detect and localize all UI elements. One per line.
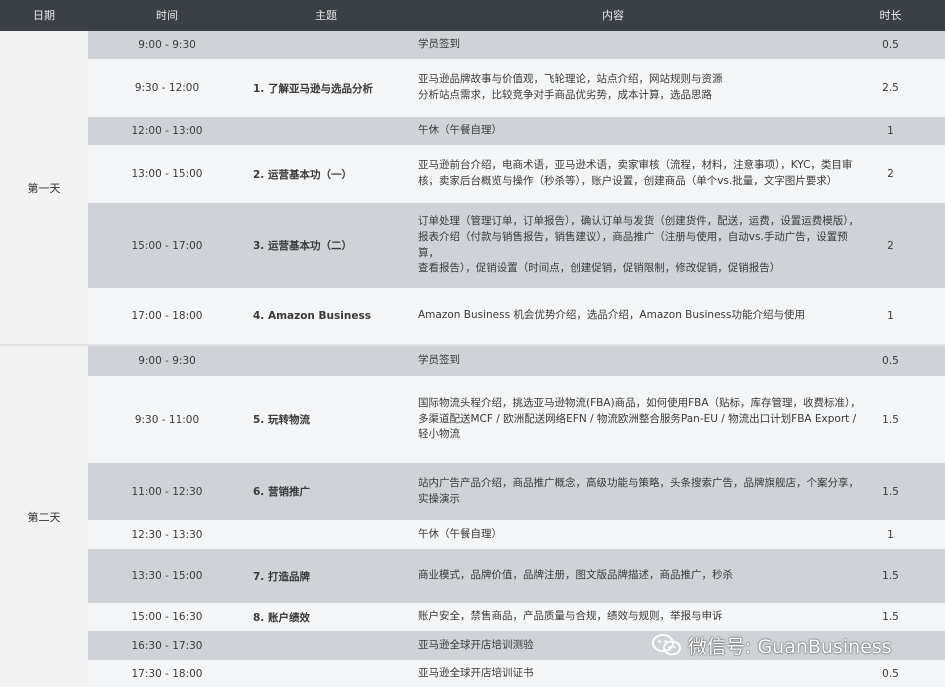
row-content: 订单处理（管理订单，订单报告），确认订单与发货（创建货件，配送，运费，设置运费模… [418,215,859,275]
table-row: 9:30 - 12:00 1. 了解亚马逊与选品分析 亚马逊品牌故事与价值观，飞… [88,59,945,117]
wechat-icon [652,634,681,656]
row-duration: 1 [887,310,894,322]
header-time: 时间 [156,9,178,22]
table-row: 9:00 - 9:30 学员签到 0.5 [88,31,945,59]
header-date: 日期 [33,9,55,22]
row-time: 9:00 - 9:30 [138,355,196,367]
row-content: 午休（午餐自理） [418,527,502,540]
row-topic: 7. 打造品牌 [253,570,310,583]
row-content: Amazon Business 机会优势介绍，选品介绍，Amazon Busin… [418,309,805,322]
row-duration: 2.5 [882,82,899,94]
row-duration: 0.5 [882,355,899,367]
row-time: 9:30 - 11:00 [134,413,200,426]
row-time: 15:00 - 16:30 [131,611,203,623]
row-content: 亚马逊全球开店培训证书 [418,666,534,679]
table-header: 日期 时间 主题 内容 时长 [0,0,945,31]
table-row: 13:00 - 15:00 2. 运营基本功（一） 亚马逊前台介绍，电商术语，亚… [88,145,945,203]
row-duration: 1.5 [882,611,899,623]
row-content: 国际物流头程介绍，挑选亚马逊物流(FBA)商品，如何使用FBA（贴标，库存管理，… [418,396,861,441]
row-topic: 5. 玩转物流 [253,414,310,426]
row-time: 9:00 - 9:30 [138,39,196,51]
row-time: 13:00 - 15:00 [131,168,203,180]
table-row: 15:00 - 17:00 3. 运营基本功（二） 订单处理（管理订单，订单报告… [88,203,945,288]
row-topic [253,660,413,687]
day-1-label: 第一天 [0,31,88,344]
row-topic [253,31,413,59]
row-time: 11:00 - 12:30 [131,485,203,498]
header-content: 内容 [602,9,624,22]
table-row: 17:00 - 18:00 4. Amazon Business Amazon … [88,288,945,344]
row-topic: 3. 运营基本功（二） [253,240,352,252]
row-content: 站内广告产品介绍，商品推广概念，高级功能与策略，头条搜索广告，品牌旗舰店，个案分… [418,476,859,505]
day-2-label: 第二天 [0,346,88,687]
row-time: 9:30 - 12:00 [134,82,200,94]
row-topic [253,346,413,376]
row-content: 午休（午餐自理） [418,124,502,137]
row-duration: 1 [887,125,894,137]
row-content: 商业模式，品牌价值，品牌注册，图文版品牌描述，商品推广，秒杀 [418,569,733,582]
row-duration: 0.5 [882,667,899,680]
row-duration: 1.5 [882,413,899,426]
row-topic: 4. Amazon Business [253,310,371,322]
row-duration: 1 [887,528,894,541]
row-topic: 1. 了解亚马逊与选品分析 [253,82,373,95]
row-topic [253,117,413,145]
row-topic: 8. 账户绩效 [253,611,310,624]
row-time: 17:00 - 18:00 [131,310,203,322]
watermark: 微信号: GuanBusiness [652,630,892,660]
row-duration: 1.5 [882,485,899,498]
row-content: 账户安全，禁售商品，产品质量与合规，绩效与规则，举报与申诉 [418,610,723,623]
row-time: 12:00 - 13:00 [131,125,203,137]
table-row: 9:30 - 11:00 5. 玩转物流 国际物流头程介绍，挑选亚马逊物流(FB… [88,376,945,463]
row-time: 15:00 - 17:00 [131,239,203,252]
row-topic [253,631,413,660]
row-content: 学员签到 [418,354,460,367]
table-row: 13:30 - 15:00 7. 打造品牌 商业模式，品牌价值，品牌注册，图文版… [88,549,945,603]
header-topic: 主题 [315,9,337,22]
row-time: 13:30 - 15:00 [131,570,203,582]
row-duration: 0.5 [882,39,899,51]
row-content: 亚马逊前台介绍，电商术语，亚马逊术语，卖家审核（流程，材料，注意事项），KYC，… [418,159,853,187]
row-content: 亚马逊品牌故事与价值观，飞轮理论，站点介绍，网站规则与资源 分析站点需求，比较竞… [418,73,723,101]
table-row: 9:00 - 9:30 学员签到 0.5 [88,346,945,376]
row-time: 12:30 - 13:30 [131,528,203,541]
row-time: 16:30 - 17:30 [131,639,203,652]
row-topic: 2. 运营基本功（一） [253,168,352,181]
table-row: 12:00 - 13:00 午休（午餐自理） 1 [88,117,945,145]
row-time: 17:30 - 18:00 [131,667,203,680]
row-topic [253,520,413,549]
table-row: 15:00 - 16:30 8. 账户绩效 账户安全，禁售商品，产品质量与合规，… [88,603,945,631]
table-row: 17:30 - 18:00 亚马逊全球开店培训证书 0.5 [88,660,945,687]
row-content: 学员签到 [418,38,460,51]
table-row: 11:00 - 12:30 6. 营销推广 站内广告产品介绍，商品推广概念，高级… [88,463,945,520]
header-duration: 时长 [879,9,902,22]
row-duration: 2 [887,239,894,252]
row-duration: 1.5 [882,570,899,582]
row-topic: 6. 营销推广 [253,486,310,498]
watermark-text: 微信号: GuanBusiness [688,635,892,658]
row-duration: 2 [887,168,894,180]
table-row: 12:30 - 13:30 午休（午餐自理） 1 [88,520,945,549]
